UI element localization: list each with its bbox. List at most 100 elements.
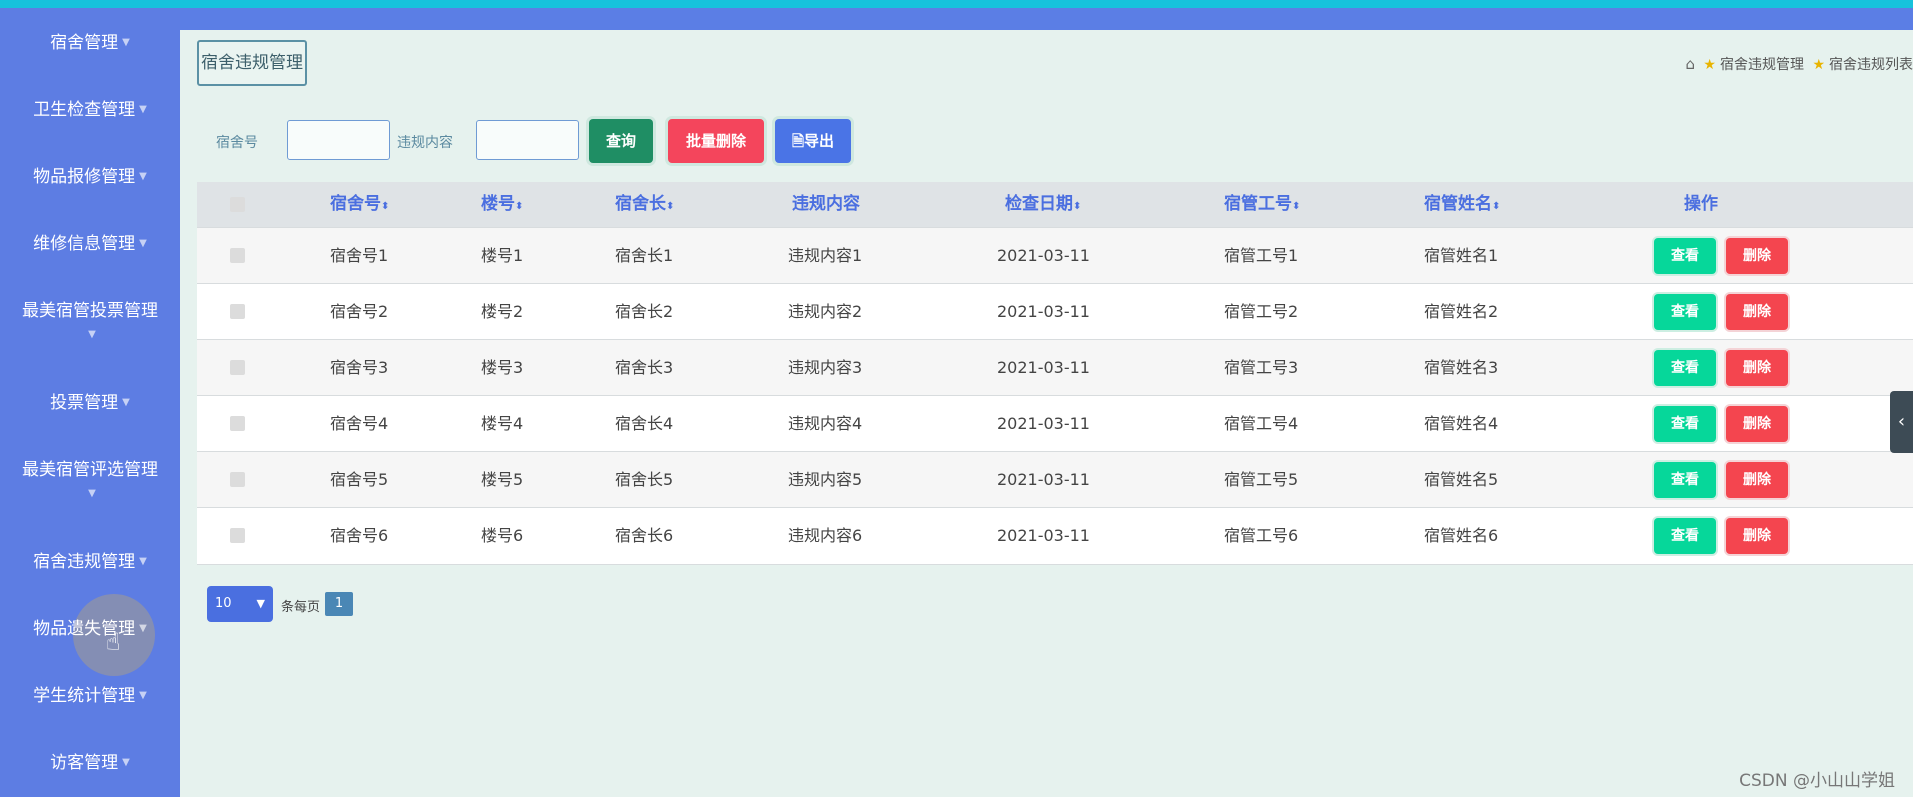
page-size-value: 10	[215, 596, 232, 611]
hand-cursor-icon: ☝	[106, 628, 121, 656]
select-all-checkbox[interactable]	[230, 197, 245, 212]
cell-room: 宿舍号5	[330, 470, 389, 489]
row-checkbox[interactable]	[230, 528, 245, 543]
view-button[interactable]: 查看	[1654, 238, 1716, 274]
delete-button[interactable]: 删除	[1726, 462, 1788, 498]
sidebar-item-voting[interactable]: 投票管理 ▼	[0, 391, 180, 415]
caret-down-icon: ▼	[122, 397, 130, 408]
breadcrumb-item: 宿舍违规列表	[1829, 57, 1913, 73]
column-header-staff-name[interactable]: 宿管姓名⬍	[1424, 182, 1500, 227]
sidebar-item-label: 最美宿管投票管理	[22, 301, 158, 321]
cell-staff-name: 宿管姓名1	[1424, 246, 1499, 265]
cell-building: 楼号4	[481, 414, 524, 433]
cell-room: 宿舍号1	[330, 246, 389, 265]
cell-date: 2021-03-11	[997, 358, 1090, 377]
page-size-select[interactable]: 10 ▼	[207, 586, 273, 622]
page-number-button[interactable]: 1	[325, 592, 353, 616]
sidebar-item-selection[interactable]: 最美宿管评选管理 ▼	[0, 458, 180, 506]
table-header: 宿舍号⬍ 楼号⬍ 宿舍长⬍ 违规内容 检查日期⬍ 宿管工号⬍ 宿管姓名⬍ 操作	[197, 182, 1913, 227]
export-button[interactable]: 🗎导出	[775, 119, 851, 163]
caret-down-icon: ▼	[139, 104, 147, 115]
sidebar-item-stats[interactable]: 学生统计管理 ▼	[0, 684, 180, 708]
column-header-room[interactable]: 宿舍号⬍	[330, 182, 389, 227]
cell-building: 楼号2	[481, 302, 524, 321]
sidebar-item-label: 投票管理	[50, 393, 119, 413]
cell-room: 宿舍号6	[330, 526, 389, 545]
watermark: CSDN @小山山学姐	[1739, 771, 1895, 791]
page-title[interactable]: 宿舍违规管理	[197, 40, 307, 86]
sidebar-item-label: 维修信息管理	[33, 234, 136, 254]
collapse-panel-toggle[interactable]: ‹	[1890, 391, 1913, 453]
cell-staff-no: 宿管工号1	[1224, 246, 1299, 265]
cell-room: 宿舍号3	[330, 358, 389, 377]
star-icon: ★	[1703, 57, 1716, 73]
cell-staff-no: 宿管工号5	[1224, 470, 1299, 489]
sidebar-item-repair-info[interactable]: 维修信息管理 ▼	[0, 232, 180, 256]
delete-button[interactable]: 删除	[1726, 238, 1788, 274]
view-button[interactable]: 查看	[1654, 462, 1716, 498]
row-checkbox[interactable]	[230, 248, 245, 263]
home-icon[interactable]: ⌂	[1685, 55, 1695, 73]
column-header-content: 违规内容	[792, 194, 860, 214]
cell-date: 2021-03-11	[997, 302, 1090, 321]
cell-leader: 宿舍长1	[615, 246, 674, 265]
caret-down-icon: ▼	[122, 37, 130, 48]
room-search-input[interactable]	[287, 120, 390, 160]
table-row: 宿舍号1 楼号1 宿舍长1 违规内容1 2021-03-11 宿管工号1 宿管姓…	[197, 227, 1913, 284]
cell-staff-name: 宿管姓名3	[1424, 358, 1499, 377]
cell-building: 楼号1	[481, 246, 524, 265]
row-checkbox[interactable]	[230, 472, 245, 487]
cell-building: 楼号5	[481, 470, 524, 489]
view-button[interactable]: 查看	[1654, 350, 1716, 386]
row-checkbox[interactable]	[230, 304, 245, 319]
sidebar-item-repair-report[interactable]: 物品报修管理 ▼	[0, 165, 180, 189]
sidebar-item-label: 宿舍管理	[50, 33, 119, 53]
cell-room: 宿舍号4	[330, 414, 389, 433]
column-header-staff-no[interactable]: 宿管工号⬍	[1224, 182, 1300, 227]
cell-leader: 宿舍长4	[615, 414, 674, 433]
cell-content: 违规内容6	[788, 526, 863, 545]
sidebar-item-label: 学生统计管理	[33, 686, 136, 706]
column-header-building[interactable]: 楼号⬍	[481, 182, 523, 227]
cell-staff-no: 宿管工号2	[1224, 302, 1299, 321]
sidebar-item-label: 最美宿管评选管理	[22, 460, 158, 480]
view-button[interactable]: 查看	[1654, 294, 1716, 330]
breadcrumb: ⌂ ★ 宿舍违规管理 ★ 宿舍违规列表	[1685, 54, 1913, 74]
cell-date: 2021-03-11	[997, 526, 1090, 545]
export-icon: 🗎	[791, 132, 805, 150]
row-checkbox[interactable]	[230, 360, 245, 375]
sort-icon: ⬍	[1292, 201, 1301, 212]
cell-staff-no: 宿管工号4	[1224, 414, 1299, 433]
column-header-date[interactable]: 检查日期⬍	[1005, 182, 1081, 227]
cell-content: 违规内容2	[788, 302, 863, 321]
breadcrumb-item[interactable]: 宿舍违规管理	[1720, 57, 1804, 73]
sidebar: 宿舍管理 ▼ 卫生检查管理 ▼ 物品报修管理 ▼ 维修信息管理 ▼ 最美宿管投票管理 ▼ …	[0, 8, 180, 797]
violation-search-input[interactable]	[476, 120, 579, 160]
cell-building: 楼号6	[481, 526, 524, 545]
main-content: 宿舍违规管理 ⌂ ★ 宿舍违规管理 ★ 宿舍违规列表 宿舍号 违规内容 查询 批量删…	[180, 30, 1913, 797]
batch-delete-button[interactable]: 批量删除	[668, 119, 764, 163]
cell-room: 宿舍号2	[330, 302, 389, 321]
query-button[interactable]: 查询	[589, 119, 653, 163]
caret-down-icon: ▼	[139, 623, 147, 634]
cell-staff-name: 宿管姓名2	[1424, 302, 1499, 321]
cell-building: 楼号3	[481, 358, 524, 377]
delete-button[interactable]: 删除	[1726, 350, 1788, 386]
cell-staff-name: 宿管姓名5	[1424, 470, 1499, 489]
sidebar-item-lost[interactable]: 物品遗失管理 ▼	[0, 617, 180, 641]
delete-button[interactable]: 删除	[1726, 406, 1788, 442]
cell-content: 违规内容5	[788, 470, 863, 489]
delete-button[interactable]: 删除	[1726, 294, 1788, 330]
delete-button[interactable]: 删除	[1726, 518, 1788, 554]
per-page-label: 条每页	[281, 600, 321, 615]
sidebar-item-label: 宿舍违规管理	[33, 552, 136, 572]
sidebar-item-dorm[interactable]: 宿舍管理 ▼	[0, 31, 180, 55]
sidebar-item-vote-manager[interactable]: 最美宿管投票管理 ▼	[0, 299, 180, 347]
view-button[interactable]: 查看	[1654, 518, 1716, 554]
sidebar-item-violation[interactable]: 宿舍违规管理 ▼	[0, 550, 180, 574]
view-button[interactable]: 查看	[1654, 406, 1716, 442]
sidebar-item-visitor[interactable]: 访客管理 ▼	[0, 751, 180, 775]
sidebar-item-hygiene[interactable]: 卫生检查管理 ▼	[0, 98, 180, 122]
row-checkbox[interactable]	[230, 416, 245, 431]
column-header-leader[interactable]: 宿舍长⬍	[615, 182, 674, 227]
